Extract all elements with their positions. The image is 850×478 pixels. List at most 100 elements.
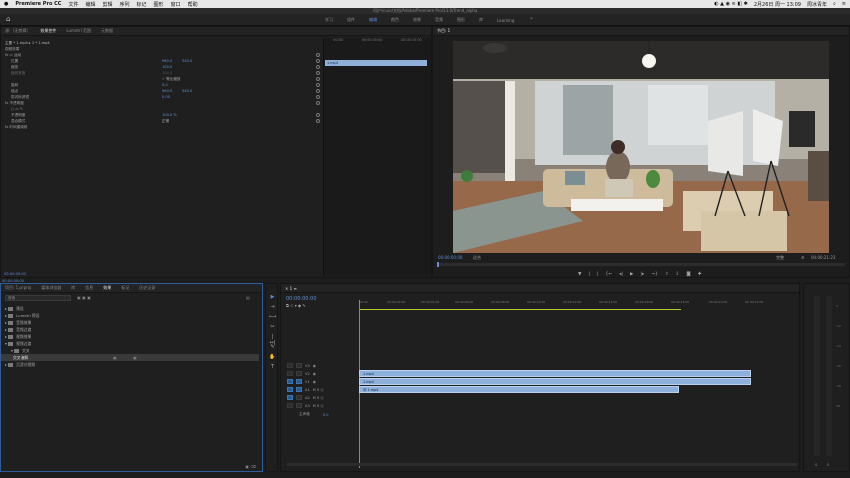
menu-graphics[interactable]: 图形 xyxy=(154,1,164,8)
tab-source[interactable]: 源:（无剪辑） xyxy=(5,28,30,34)
step-back-icon[interactable]: ◂| xyxy=(619,272,623,277)
effects-search-input[interactable]: 搜索 xyxy=(5,295,71,301)
menu-clip[interactable]: 剪辑 xyxy=(103,1,113,8)
list-item[interactable]: ▸ 视频效果 xyxy=(5,333,31,340)
list-item[interactable]: ▸ 音频过渡 xyxy=(5,326,31,333)
panel-footer-icons[interactable]: ▣ ⌫ xyxy=(245,464,256,469)
program-timecode[interactable]: 00:00:00:00 xyxy=(438,255,462,260)
eye-icon[interactable]: ◉ xyxy=(313,364,316,368)
program-scrubber[interactable] xyxy=(437,262,845,267)
keyframe-icon[interactable] xyxy=(316,65,320,69)
source-patch[interactable] xyxy=(287,363,293,368)
tab-effect-controls[interactable]: 效果控件 xyxy=(40,28,56,34)
export-frame-icon[interactable]: ◙ xyxy=(686,272,690,277)
keyframe-icon[interactable] xyxy=(316,89,320,93)
source-patch[interactable] xyxy=(287,379,293,384)
button-editor-icon[interactable]: ✚ xyxy=(698,272,702,277)
effect-row-time-remap[interactable]: fx 时间重映射 xyxy=(5,124,325,130)
effect-clip-timeline[interactable]: 00:00 00:00:05:00 00:00:10:00 1.mp4 xyxy=(323,38,431,276)
reset-icon[interactable] xyxy=(316,101,320,105)
workspace-tab-learning[interactable]: Learning xyxy=(490,18,521,23)
toggle-sync-lock[interactable] xyxy=(296,395,302,400)
list-item[interactable]: ▸ Lumetri 预设 xyxy=(5,312,40,319)
workspace-tab-assembly[interactable]: 组件 xyxy=(340,17,362,23)
workspace-tab-editing[interactable]: 编辑 xyxy=(362,17,384,23)
source-patch[interactable] xyxy=(287,387,293,392)
keyframe-icon[interactable] xyxy=(316,83,320,87)
clock[interactable]: 2月26日 周一 13:09 xyxy=(754,1,801,8)
workspace-tab-color[interactable]: 颜色 xyxy=(384,17,406,23)
keyframe-icon[interactable] xyxy=(316,119,320,123)
tab-markers[interactable]: 标记 xyxy=(121,285,129,291)
mark-out-icon[interactable]: | xyxy=(588,272,590,277)
selection-tool-icon[interactable]: ▶ xyxy=(269,294,276,300)
tab-metadata[interactable]: 元数据 xyxy=(101,28,113,34)
eye-icon[interactable]: ◉ xyxy=(313,372,316,376)
tab-program[interactable]: 节目: 1 xyxy=(437,28,450,34)
lift-icon[interactable]: ⇧ xyxy=(665,272,669,277)
timeline-timecode[interactable]: 00:00:00:00 xyxy=(286,296,317,302)
mute-icon[interactable]: M S ◎ xyxy=(313,388,324,392)
play-icon[interactable]: ▶ xyxy=(630,272,633,277)
list-item-selected[interactable]: 交叉溶解 ▣ ▣ xyxy=(1,354,259,361)
source-patch[interactable] xyxy=(287,403,293,408)
fit-dropdown[interactable]: 适合 xyxy=(473,255,481,261)
workspace-tab-audio[interactable]: 音频 xyxy=(428,17,450,23)
list-item[interactable]: ▸ 沉浸式视频 xyxy=(5,361,35,368)
effect-timecode[interactable]: 00:00:00:00 xyxy=(4,272,26,276)
timeline-scrollbar[interactable] xyxy=(287,463,797,466)
quality-dropdown[interactable]: 完整 xyxy=(776,255,784,261)
workspace-more-button[interactable]: » xyxy=(530,16,533,22)
tab-lumetri-scopes[interactable]: Lumetri 范围 xyxy=(66,28,91,34)
app-name-menu[interactable]: Premiere Pro CC xyxy=(15,1,61,7)
tab-project[interactable]: 项目: 1.prproj xyxy=(5,285,31,291)
tab-media-browser[interactable]: 媒体浏览器 xyxy=(41,285,61,291)
video-frame[interactable] xyxy=(453,41,829,253)
clip-v2[interactable]: 1.mp4 xyxy=(359,370,751,377)
tab-info[interactable]: 信息 xyxy=(85,285,93,291)
effect-clip-bar[interactable]: 1.mp4 xyxy=(325,60,427,66)
menu-help[interactable]: 帮助 xyxy=(188,1,198,8)
hand-tool-icon[interactable]: ✋ xyxy=(269,354,276,360)
search-icon[interactable]: ⌕ xyxy=(833,1,836,7)
keyframe-icon[interactable] xyxy=(316,113,320,117)
mute-icon[interactable]: M S ◎ xyxy=(313,404,324,408)
clip-v1[interactable]: 1.mp4 xyxy=(359,378,751,385)
source-patch[interactable] xyxy=(287,395,293,400)
menu-window[interactable]: 窗口 xyxy=(171,1,181,8)
filter-icons[interactable]: ▣ ▣ ▣ xyxy=(77,295,91,300)
toggle-sync-lock[interactable] xyxy=(296,387,302,392)
clip-a1[interactable]: Ⓜ 1.mp4 xyxy=(359,386,679,393)
extract-icon[interactable]: ⇩ xyxy=(676,272,680,277)
eye-icon[interactable]: ◉ xyxy=(313,380,316,384)
timeline-ruler[interactable]: 00:00 00:00:02:00 00:00:04:00 00:00:06:0… xyxy=(359,300,795,306)
menu-file[interactable]: 文件 xyxy=(68,1,78,8)
keyframe-icon[interactable] xyxy=(316,77,320,81)
menu-list-icon[interactable]: ≡ xyxy=(842,1,846,7)
mark-in-icon[interactable]: ▼ xyxy=(578,272,581,277)
tab-sequence[interactable]: × 1 ≡ xyxy=(285,286,297,291)
new-bin-icon[interactable]: ▤ xyxy=(246,295,250,300)
razor-tool-icon[interactable]: ✂ xyxy=(269,324,276,330)
list-item[interactable]: ▾ 交叉 xyxy=(5,347,30,354)
tab-effects[interactable]: 效果 xyxy=(103,285,111,291)
mark-clip-icon[interactable]: | xyxy=(597,272,599,277)
toggle-sync-lock[interactable] xyxy=(296,403,302,408)
work-area-bar[interactable] xyxy=(359,309,681,310)
go-to-in-icon[interactable]: {← xyxy=(606,272,613,277)
playhead[interactable] xyxy=(437,262,439,267)
ripple-edit-tool-icon[interactable]: ⟷ xyxy=(269,314,276,320)
workspace-tab-learn[interactable]: 学习 xyxy=(318,17,340,23)
source-patch[interactable] xyxy=(287,371,293,376)
toggle-sync-lock[interactable] xyxy=(296,371,302,376)
menu-edit[interactable]: 编辑 xyxy=(85,1,95,8)
user-name[interactable]: 周冰青年 xyxy=(807,1,827,8)
timeline-toolbar[interactable]: ⧉ ⊂ ▾ ◆ ✎ xyxy=(286,303,306,308)
keyframe-icon[interactable] xyxy=(316,95,320,99)
track-select-tool-icon[interactable]: ⇥ xyxy=(269,304,276,310)
tab-history[interactable]: 历史记录 xyxy=(139,285,155,291)
list-item[interactable]: ▸ 预设 xyxy=(5,305,24,312)
keyframe-icon[interactable] xyxy=(316,59,320,63)
tab-libraries[interactable]: 库 xyxy=(71,285,75,291)
step-forward-icon[interactable]: |▸ xyxy=(640,272,644,277)
